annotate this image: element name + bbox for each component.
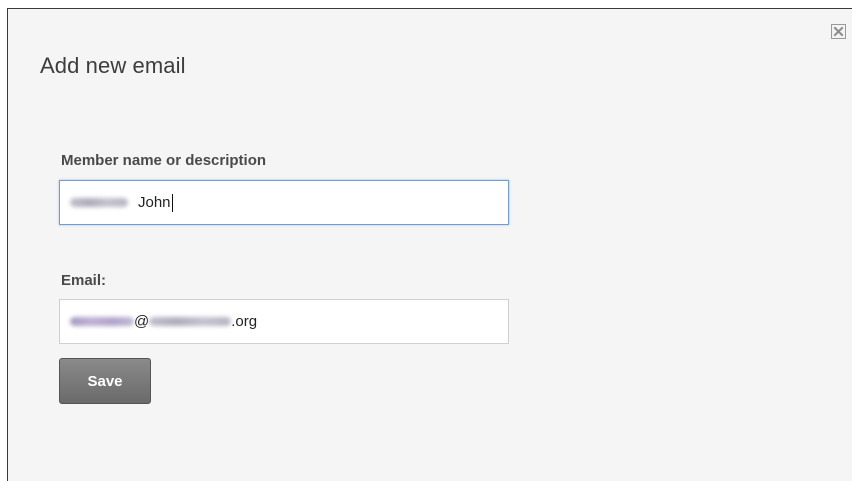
dialog-title: Add new email	[40, 53, 186, 78]
email-input[interactable]: @ .org	[59, 299, 509, 344]
member-name-input[interactable]: John	[59, 180, 509, 225]
email-at-sign: @	[134, 313, 150, 330]
member-name-value: John	[138, 194, 171, 211]
save-button[interactable]: Save	[59, 358, 151, 404]
close-button[interactable]	[831, 24, 846, 39]
add-email-dialog: Add new email Member name or description…	[7, 8, 852, 481]
email-domain-suffix: .org	[231, 313, 258, 330]
member-name-label: Member name or description	[61, 152, 267, 169]
redacted-name-part	[70, 198, 128, 207]
redacted-email-user	[70, 317, 134, 326]
text-caret	[171, 193, 173, 212]
redacted-email-domain	[149, 317, 232, 326]
email-label: Email:	[61, 272, 107, 289]
close-icon	[833, 26, 844, 37]
